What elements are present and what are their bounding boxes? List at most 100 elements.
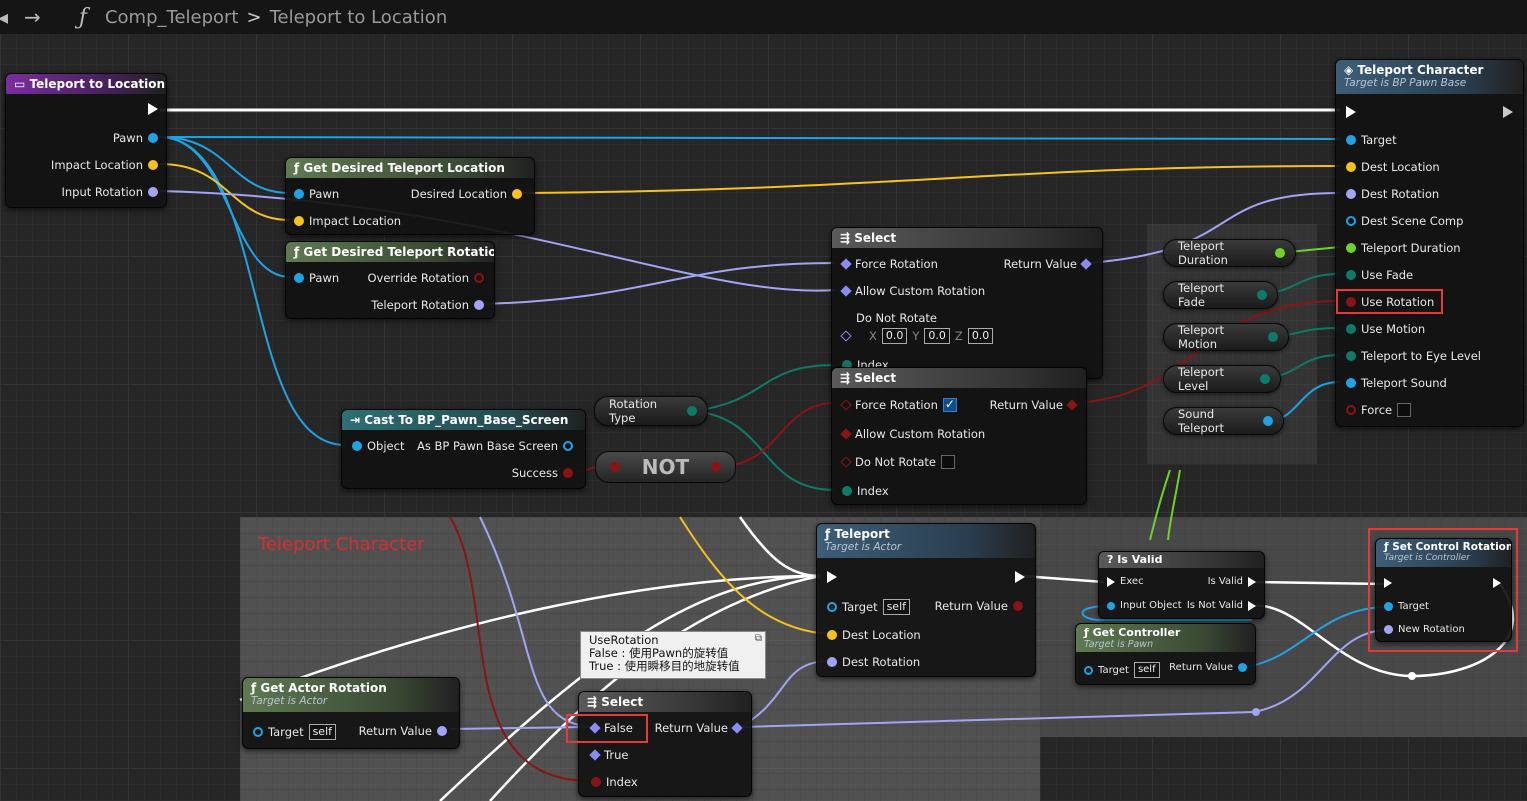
- target-self-field[interactable]: self: [882, 599, 911, 615]
- var-teleport-duration[interactable]: Teleport Duration: [1163, 239, 1296, 267]
- exec-in-pin[interactable]: [827, 571, 837, 583]
- var-label: Sound Teleport: [1178, 407, 1224, 435]
- force-rotation-checkbox[interactable]: [942, 397, 957, 412]
- byte-pin-icon: [1257, 290, 1267, 300]
- node-select-use-rotation[interactable]: ⇶ Select Force Rotation Allow Custom Rot…: [831, 367, 1087, 505]
- return-value-pin[interactable]: Return Value: [1169, 662, 1247, 673]
- node-not[interactable]: NOT: [595, 451, 736, 483]
- input-rotation-pin[interactable]: Input Rotation: [61, 185, 158, 199]
- node-cast-to-bp-pawn-base-screen[interactable]: ⇥ Cast To BP_Pawn_Base_Screen Object As …: [341, 409, 586, 489]
- node-get-controller[interactable]: ƒ Get Controller Target is Pawn Target sel…: [1075, 623, 1256, 685]
- target-pin[interactable]: Target self: [1084, 662, 1160, 678]
- return-value-pin[interactable]: Return Value: [989, 398, 1078, 412]
- teleport-sound-pin[interactable]: Teleport Sound: [1346, 376, 1447, 390]
- node-teleport-character[interactable]: ◈ Teleport Character Target is BP Pawn Ba…: [1335, 59, 1524, 427]
- force-pin[interactable]: Force: [1346, 403, 1412, 417]
- target-pin[interactable]: Target: [1346, 133, 1397, 147]
- true-pin[interactable]: True: [589, 748, 628, 762]
- wire-blue-left: [479, 516, 591, 728]
- index-pin[interactable]: Index: [842, 484, 889, 498]
- var-teleport-level[interactable]: Teleport Level: [1163, 365, 1281, 393]
- pin-label: Return Value: [358, 724, 432, 738]
- input-object-pin[interactable]: Input Object: [1107, 600, 1182, 611]
- node-select-use-rotation-bool[interactable]: ⇶ Select False True Index Return Value: [578, 691, 752, 797]
- breadcrumb-graph[interactable]: Teleport to Location: [270, 7, 448, 28]
- var-teleport-motion[interactable]: Teleport Motion: [1163, 323, 1289, 351]
- node-select-rotation[interactable]: ⇶ Select Force Rotation Allow Custom Rot…: [831, 227, 1103, 379]
- node-get-desired-teleport-location[interactable]: ƒ Get Desired Teleport Location Pawn Imp…: [285, 157, 535, 235]
- select-icon: ⇶: [587, 695, 602, 709]
- target-pin[interactable]: Target self: [253, 724, 337, 740]
- target-self-field[interactable]: self: [1133, 662, 1160, 678]
- exec-in-pin[interactable]: Exec: [1107, 576, 1144, 587]
- use-motion-pin[interactable]: Use Motion: [1346, 322, 1425, 336]
- node-get-actor-rotation[interactable]: ƒ Get Actor Rotation Target is Actor Targ…: [242, 677, 460, 749]
- pawn-pin[interactable]: Pawn: [294, 271, 339, 285]
- target-pin[interactable]: Target self: [827, 599, 911, 615]
- as-bp-pawn-pin[interactable]: As BP Pawn Base Screen: [417, 439, 573, 453]
- target-self-field[interactable]: self: [308, 724, 337, 740]
- back-arrow-icon[interactable]: ◂: [0, 5, 8, 29]
- object-pin-icon: [253, 727, 263, 737]
- y-field[interactable]: 0.0: [924, 328, 950, 344]
- return-value-pin[interactable]: Return Value: [359, 724, 447, 738]
- pin-label: Return Value: [989, 398, 1063, 412]
- force-checkbox[interactable]: [1397, 403, 1412, 417]
- pin-label: Teleport Rotation: [371, 298, 469, 312]
- exec-pin-icon: [148, 103, 158, 115]
- is-not-valid-pin[interactable]: Is Not Valid: [1187, 600, 1256, 611]
- var-teleport-fade[interactable]: Teleport Fade: [1163, 281, 1278, 309]
- forward-arrow-icon[interactable]: →: [24, 5, 41, 29]
- override-rotation-pin[interactable]: Override Rotation: [367, 271, 484, 285]
- dest-scene-comp-pin[interactable]: Dest Scene Comp: [1346, 214, 1463, 228]
- exec-out-pin[interactable]: [1502, 106, 1513, 118]
- do-not-rotate-pin[interactable]: Do Not Rotate: [840, 455, 955, 469]
- return-value-pin[interactable]: Return Value: [655, 721, 743, 735]
- dest-location-pin[interactable]: Dest Location: [1346, 160, 1440, 174]
- node-get-desired-teleport-rotation[interactable]: ƒ Get Desired Teleport Rotation Pawn Ove…: [285, 241, 495, 319]
- tooltip-line: True : 使用瞬移目的地旋转值: [589, 659, 740, 673]
- is-valid-pin[interactable]: Is Valid: [1208, 576, 1256, 587]
- pawn-pin[interactable]: Pawn: [113, 131, 158, 145]
- wire-controller: [1243, 606, 1389, 668]
- index-pin[interactable]: Index: [591, 775, 638, 789]
- exec-in-pin[interactable]: [1346, 106, 1356, 118]
- success-pin[interactable]: Success: [512, 466, 573, 480]
- node-teleport-to-location[interactable]: ▭ Teleport to Location Pawn Impact Locat…: [5, 73, 167, 208]
- teleport-rotation-pin[interactable]: Teleport Rotation: [371, 298, 484, 312]
- breadcrumb-blueprint[interactable]: Comp_Teleport: [105, 7, 239, 28]
- force-rotation-pin[interactable]: Force Rotation: [840, 257, 938, 271]
- return-value-pin[interactable]: Return Value: [1004, 257, 1092, 271]
- x-field[interactable]: 0.0: [881, 328, 908, 344]
- function-entry-icon: ▭: [14, 77, 30, 91]
- dest-rotation-pin[interactable]: Dest Rotation: [827, 655, 920, 669]
- teleport-to-eye-level-pin[interactable]: Teleport to Eye Level: [1346, 349, 1481, 363]
- exec-out-pin[interactable]: [1015, 571, 1025, 583]
- exec-out-pin[interactable]: [148, 103, 158, 115]
- wildcard-pin-icon: [731, 722, 743, 734]
- z-field[interactable]: 0.0: [967, 328, 994, 344]
- var-sound-teleport[interactable]: Sound Teleport: [1163, 407, 1284, 435]
- teleport-duration-pin[interactable]: Teleport Duration: [1346, 241, 1461, 255]
- tooltip-pin-icon[interactable]: ⧉: [755, 632, 762, 645]
- return-value-pin[interactable]: Return Value: [935, 599, 1023, 613]
- node-teleport[interactable]: ƒ Teleport Target is Actor Target self Ret…: [816, 523, 1036, 677]
- allow-custom-rotation-pin[interactable]: Allow Custom Rotation: [840, 284, 985, 298]
- impact-location-pin[interactable]: Impact Location: [294, 214, 401, 228]
- blueprint-graph-canvas[interactable]: ◂ → ƒ Comp_Teleport > Teleport to Locati…: [0, 0, 1527, 801]
- desired-location-pin[interactable]: Desired Location: [411, 187, 522, 201]
- node-is-valid[interactable]: ? Is Valid Exec Input Object Is Valid Is…: [1098, 551, 1265, 619]
- dest-location-pin[interactable]: Dest Location: [827, 628, 921, 642]
- allow-custom-rotation-pin[interactable]: Allow Custom Rotation: [840, 427, 985, 441]
- use-fade-pin[interactable]: Use Fade: [1346, 268, 1413, 282]
- do-not-rotate-checkbox[interactable]: [941, 455, 955, 469]
- force-rotation-pin[interactable]: Force Rotation: [840, 397, 957, 412]
- impact-location-pin[interactable]: Impact Location: [51, 158, 158, 172]
- dest-rotation-pin[interactable]: Dest Rotation: [1346, 187, 1439, 201]
- rotator-pin-icon: [437, 726, 447, 736]
- var-rotation-type[interactable]: Rotation Type: [594, 396, 708, 426]
- pawn-pin[interactable]: Pawn: [294, 187, 339, 201]
- do-not-rotate-pin[interactable]: X 0.0 Y 0.0 Z 0.0: [840, 328, 994, 344]
- comment-title[interactable]: Teleport Character: [258, 534, 425, 555]
- object-pin[interactable]: Object: [352, 439, 404, 453]
